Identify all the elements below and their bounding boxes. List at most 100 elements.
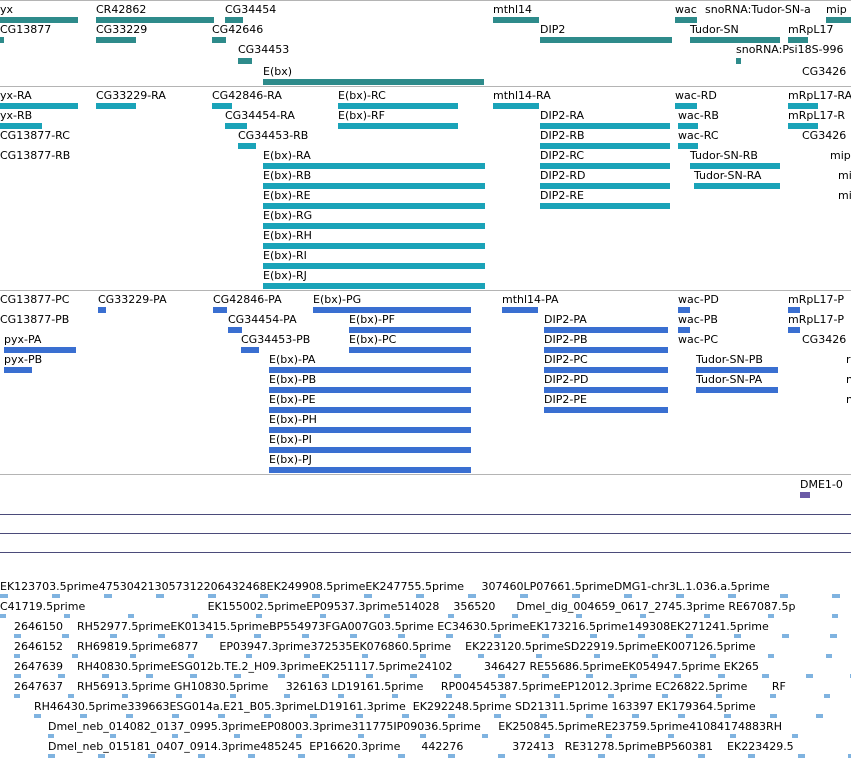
transcript-label[interactable]: CG3426 — [802, 129, 846, 142]
transcript-label[interactable]: E(bx)-RA — [263, 149, 311, 162]
transcript-label[interactable]: wac-RC — [678, 129, 719, 142]
gene-label[interactable]: CG13877 — [0, 23, 51, 36]
transcript-label[interactable]: Tudor-SN-RA — [694, 169, 761, 182]
transcript-label[interactable]: mi — [838, 189, 851, 202]
transcript-label[interactable]: E(bx)-RE — [263, 189, 311, 202]
est-row[interactable]: Dmel_neb_014082_0137_0995.3primeEP08003.… — [48, 720, 782, 733]
cds-label[interactable]: E(bx)-PE — [269, 393, 316, 406]
transcript-label[interactable]: E(bx)-RC — [338, 89, 386, 102]
cds-glyph[interactable] — [544, 407, 668, 413]
cds-glyph[interactable] — [228, 327, 242, 333]
gene-label[interactable]: snoRNA:Tudor-SN-a — [705, 3, 811, 16]
cds-label[interactable]: pyx-PB — [4, 353, 42, 366]
gene-glyph[interactable] — [736, 58, 741, 64]
feature-label[interactable]: DME1-0 — [800, 478, 843, 491]
gene-label[interactable]: CG3426 — [802, 65, 846, 78]
cds-glyph[interactable] — [98, 307, 106, 313]
transcript-label[interactable]: DIP2-RA — [540, 109, 584, 122]
est-row[interactable]: Dmel_neb_015181_0407_0914.3prime485245 E… — [48, 740, 794, 753]
transcript-track[interactable]: yx-RA CG33229-RA CG42846-RA E(bx)-RC mth… — [0, 86, 851, 290]
gene-glyph[interactable] — [263, 79, 484, 85]
transcript-label[interactable]: CG34453-RB — [238, 129, 308, 142]
est-row[interactable]: C41719.5prime EK155002.5primeEP09537.3pr… — [0, 600, 795, 613]
gene-glyph[interactable] — [212, 37, 226, 43]
cds-label[interactable]: pyx-PA — [4, 333, 41, 346]
est-glyph[interactable] — [14, 674, 851, 678]
cds-label[interactable]: DIP2-PE — [544, 393, 587, 406]
transcript-glyph[interactable] — [96, 103, 136, 109]
cds-label[interactable]: E(bx)-PJ — [269, 453, 312, 466]
cds-glyph[interactable] — [213, 307, 227, 313]
transcript-label[interactable]: CG42846-RA — [212, 89, 282, 102]
cds-label[interactable]: r — [846, 353, 851, 366]
gene-label[interactable]: yx — [0, 3, 13, 16]
cds-label[interactable]: E(bx)-PH — [269, 413, 317, 426]
gene-label[interactable]: CG34453 — [238, 43, 289, 56]
cds-glyph[interactable] — [502, 307, 538, 313]
est-row[interactable]: RH46430.5prime339663ESG014a.E21_B05.3pri… — [34, 700, 756, 713]
transcript-label[interactable]: mRpL17-R — [788, 109, 845, 122]
est-glyph[interactable] — [34, 714, 851, 718]
transcript-label[interactable]: E(bx)-RI — [263, 249, 307, 262]
transcript-glyph[interactable] — [338, 123, 458, 129]
gene-glyph[interactable] — [540, 37, 672, 43]
cds-label[interactable]: CG33229-PA — [98, 293, 167, 306]
transcript-label[interactable]: mthl14-RA — [493, 89, 551, 102]
gene-label[interactable]: CR42862 — [96, 3, 146, 16]
transcript-glyph[interactable] — [263, 283, 485, 289]
cds-label[interactable]: E(bx)-PA — [269, 353, 315, 366]
transcript-label[interactable]: mi — [838, 169, 851, 182]
cds-label[interactable]: DIP2-PC — [544, 353, 588, 366]
gene-label[interactable]: E(bx) — [263, 65, 292, 78]
gene-glyph[interactable] — [96, 37, 136, 43]
transcript-label[interactable]: CG13877-RB — [0, 149, 70, 162]
gene-glyph[interactable] — [238, 58, 252, 64]
cds-glyph[interactable] — [349, 347, 471, 353]
transcript-glyph[interactable] — [493, 103, 539, 109]
cds-label[interactable]: wac-PC — [678, 333, 718, 346]
transcript-label[interactable]: CG13877-RC — [0, 129, 70, 142]
gene-glyph[interactable] — [0, 37, 4, 43]
cds-label[interactable]: wac-PB — [678, 313, 718, 326]
transcript-label[interactable]: DIP2-RE — [540, 189, 584, 202]
gene-label[interactable]: snoRNA:Psi18S-996 — [736, 43, 844, 56]
transcript-label[interactable]: E(bx)-RB — [263, 169, 311, 182]
cds-label[interactable]: E(bx)-PF — [349, 313, 395, 326]
cds-label[interactable]: Tudor-SN-PB — [696, 353, 763, 366]
est-row[interactable]: 2647637 RH56913.5prime GH10830.5prime 32… — [14, 680, 786, 693]
transcript-label[interactable]: E(bx)-RH — [263, 229, 312, 242]
cds-label[interactable]: CG13877-PC — [0, 293, 69, 306]
est-row[interactable]: 2647639 RH40830.5primeESG012b.TE.2_H09.3… — [14, 660, 759, 673]
gene-label[interactable]: CG34454 — [225, 3, 276, 16]
est-track[interactable]: EK123703.5prime475304213057312206432468E… — [0, 578, 851, 763]
cds-label[interactable]: mthl14-PA — [502, 293, 558, 306]
transcript-label[interactable]: E(bx)-RJ — [263, 269, 307, 282]
transcript-label[interactable]: E(bx)-RF — [338, 109, 385, 122]
gene-label[interactable]: mRpL17 — [788, 23, 833, 36]
transcript-label[interactable]: wac-RD — [675, 89, 717, 102]
transcript-label[interactable]: DIP2-RC — [540, 149, 584, 162]
transcript-label[interactable]: CG33229-RA — [96, 89, 166, 102]
cds-label[interactable]: E(bx)-PG — [313, 293, 361, 306]
gene-track[interactable]: yx CR42862 CG34454 mthl14 wac snoRNA:Tud… — [0, 0, 851, 86]
cds-label[interactable]: DIP2-PB — [544, 333, 588, 346]
cds-label[interactable]: CG42846-PA — [213, 293, 282, 306]
est-row[interactable]: 2646150 RH52977.5primeEK013415.5primeBP5… — [14, 620, 769, 633]
transcript-label[interactable]: DIP2-RD — [540, 169, 585, 182]
cds-label[interactable]: n — [846, 373, 851, 386]
feature-glyph[interactable] — [800, 492, 810, 498]
cds-track[interactable]: CG13877-PC CG33229-PA CG42846-PA E(bx)-P… — [0, 290, 851, 474]
transcript-label[interactable]: mRpL17-RA — [788, 89, 851, 102]
cds-label[interactable]: DIP2-PA — [544, 313, 587, 326]
transcript-label[interactable]: E(bx)-RG — [263, 209, 312, 222]
transcript-glyph[interactable] — [540, 203, 670, 209]
est-glyph[interactable] — [48, 754, 851, 758]
est-glyph[interactable] — [14, 694, 851, 698]
transcript-label[interactable]: yx-RA — [0, 89, 32, 102]
est-glyph[interactable] — [14, 654, 851, 658]
cds-label[interactable]: CG34454-PA — [228, 313, 297, 326]
transcript-label[interactable]: wac-RB — [678, 109, 719, 122]
gene-label[interactable]: mthl14 — [493, 3, 532, 16]
transcript-label[interactable]: Tudor-SN-RB — [690, 149, 758, 162]
gene-label[interactable]: CG42646 — [212, 23, 263, 36]
